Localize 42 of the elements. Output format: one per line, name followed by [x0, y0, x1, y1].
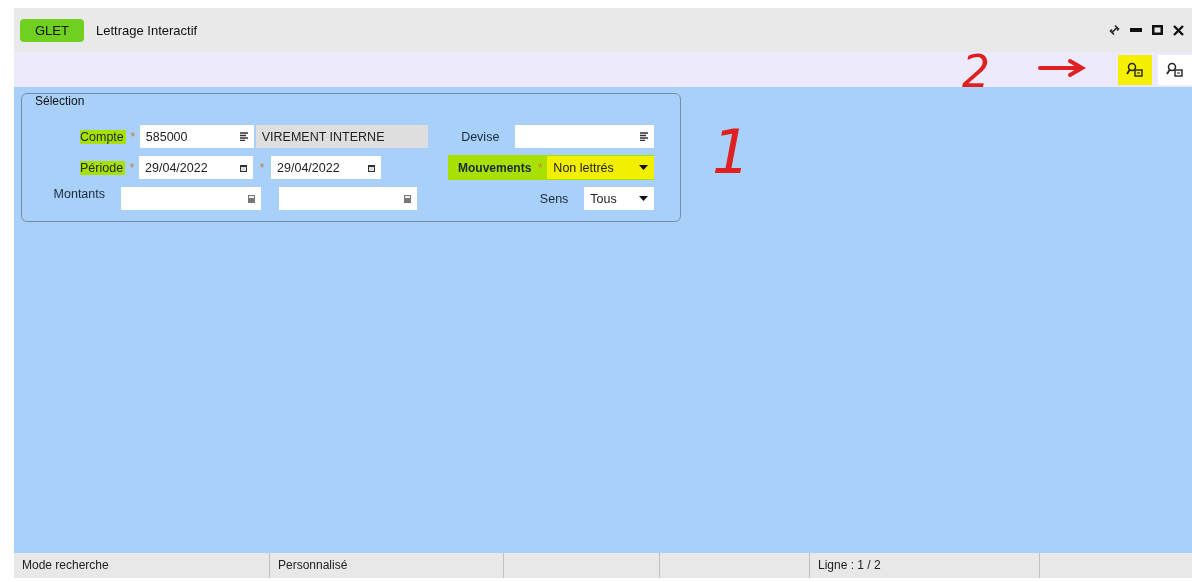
- field-label: Mouvements: [458, 160, 533, 175]
- field-label: Période: [80, 160, 126, 175]
- currency-field[interactable]: [515, 125, 655, 148]
- required-mark: *: [259, 160, 265, 175]
- close-icon[interactable]: [1173, 24, 1184, 36]
- calendar-icon[interactable]: [240, 163, 248, 172]
- annotation-arrow: [1038, 58, 1088, 78]
- amount-field[interactable]: [121, 187, 261, 210]
- maximize-icon[interactable]: [1152, 25, 1163, 35]
- status-cell: Personnalisé: [270, 553, 504, 578]
- dropdown-arrow-icon[interactable]: [639, 165, 649, 170]
- status-cell: Mode recherche: [14, 553, 270, 578]
- app-badge: GLET: [20, 18, 84, 42]
- required-mark: *: [129, 160, 135, 175]
- search-button[interactable]: [1158, 54, 1192, 85]
- movements-dropdown[interactable]: Non lettrés: [547, 156, 655, 179]
- field-label: Compte: [80, 129, 126, 144]
- date-field[interactable]: 29/04/2022: [271, 156, 382, 179]
- required-mark: *: [538, 160, 543, 175]
- annotation-number: 1: [712, 122, 751, 182]
- calculator-icon[interactable]: [404, 194, 411, 203]
- group-title: Sélection: [35, 94, 85, 108]
- account-name-field: VIREMENT INTERNE: [255, 125, 428, 148]
- field-label: Devise: [461, 129, 501, 144]
- window-title: Lettrage Interactif: [95, 22, 198, 38]
- dropdown-arrow-icon[interactable]: [639, 196, 649, 201]
- status-cell: Ligne : 1 / 2: [810, 553, 1040, 578]
- calendar-icon[interactable]: [368, 163, 376, 172]
- required-mark: *: [130, 129, 136, 144]
- search-icon: [1166, 61, 1184, 78]
- direction-dropdown[interactable]: Tous: [584, 187, 655, 210]
- list-icon[interactable]: [239, 132, 248, 141]
- search-icon: [1126, 61, 1144, 78]
- list-icon[interactable]: [640, 132, 649, 141]
- field-label: Sens: [539, 191, 570, 206]
- date-field[interactable]: 29/04/2022: [139, 156, 254, 179]
- search-button[interactable]: [1118, 54, 1152, 85]
- account-field[interactable]: 585000: [139, 125, 254, 148]
- field-label: Montants: [52, 186, 106, 201]
- annotation-number: 2: [962, 50, 990, 94]
- amount-field[interactable]: [279, 187, 417, 210]
- calculator-icon[interactable]: [248, 194, 255, 203]
